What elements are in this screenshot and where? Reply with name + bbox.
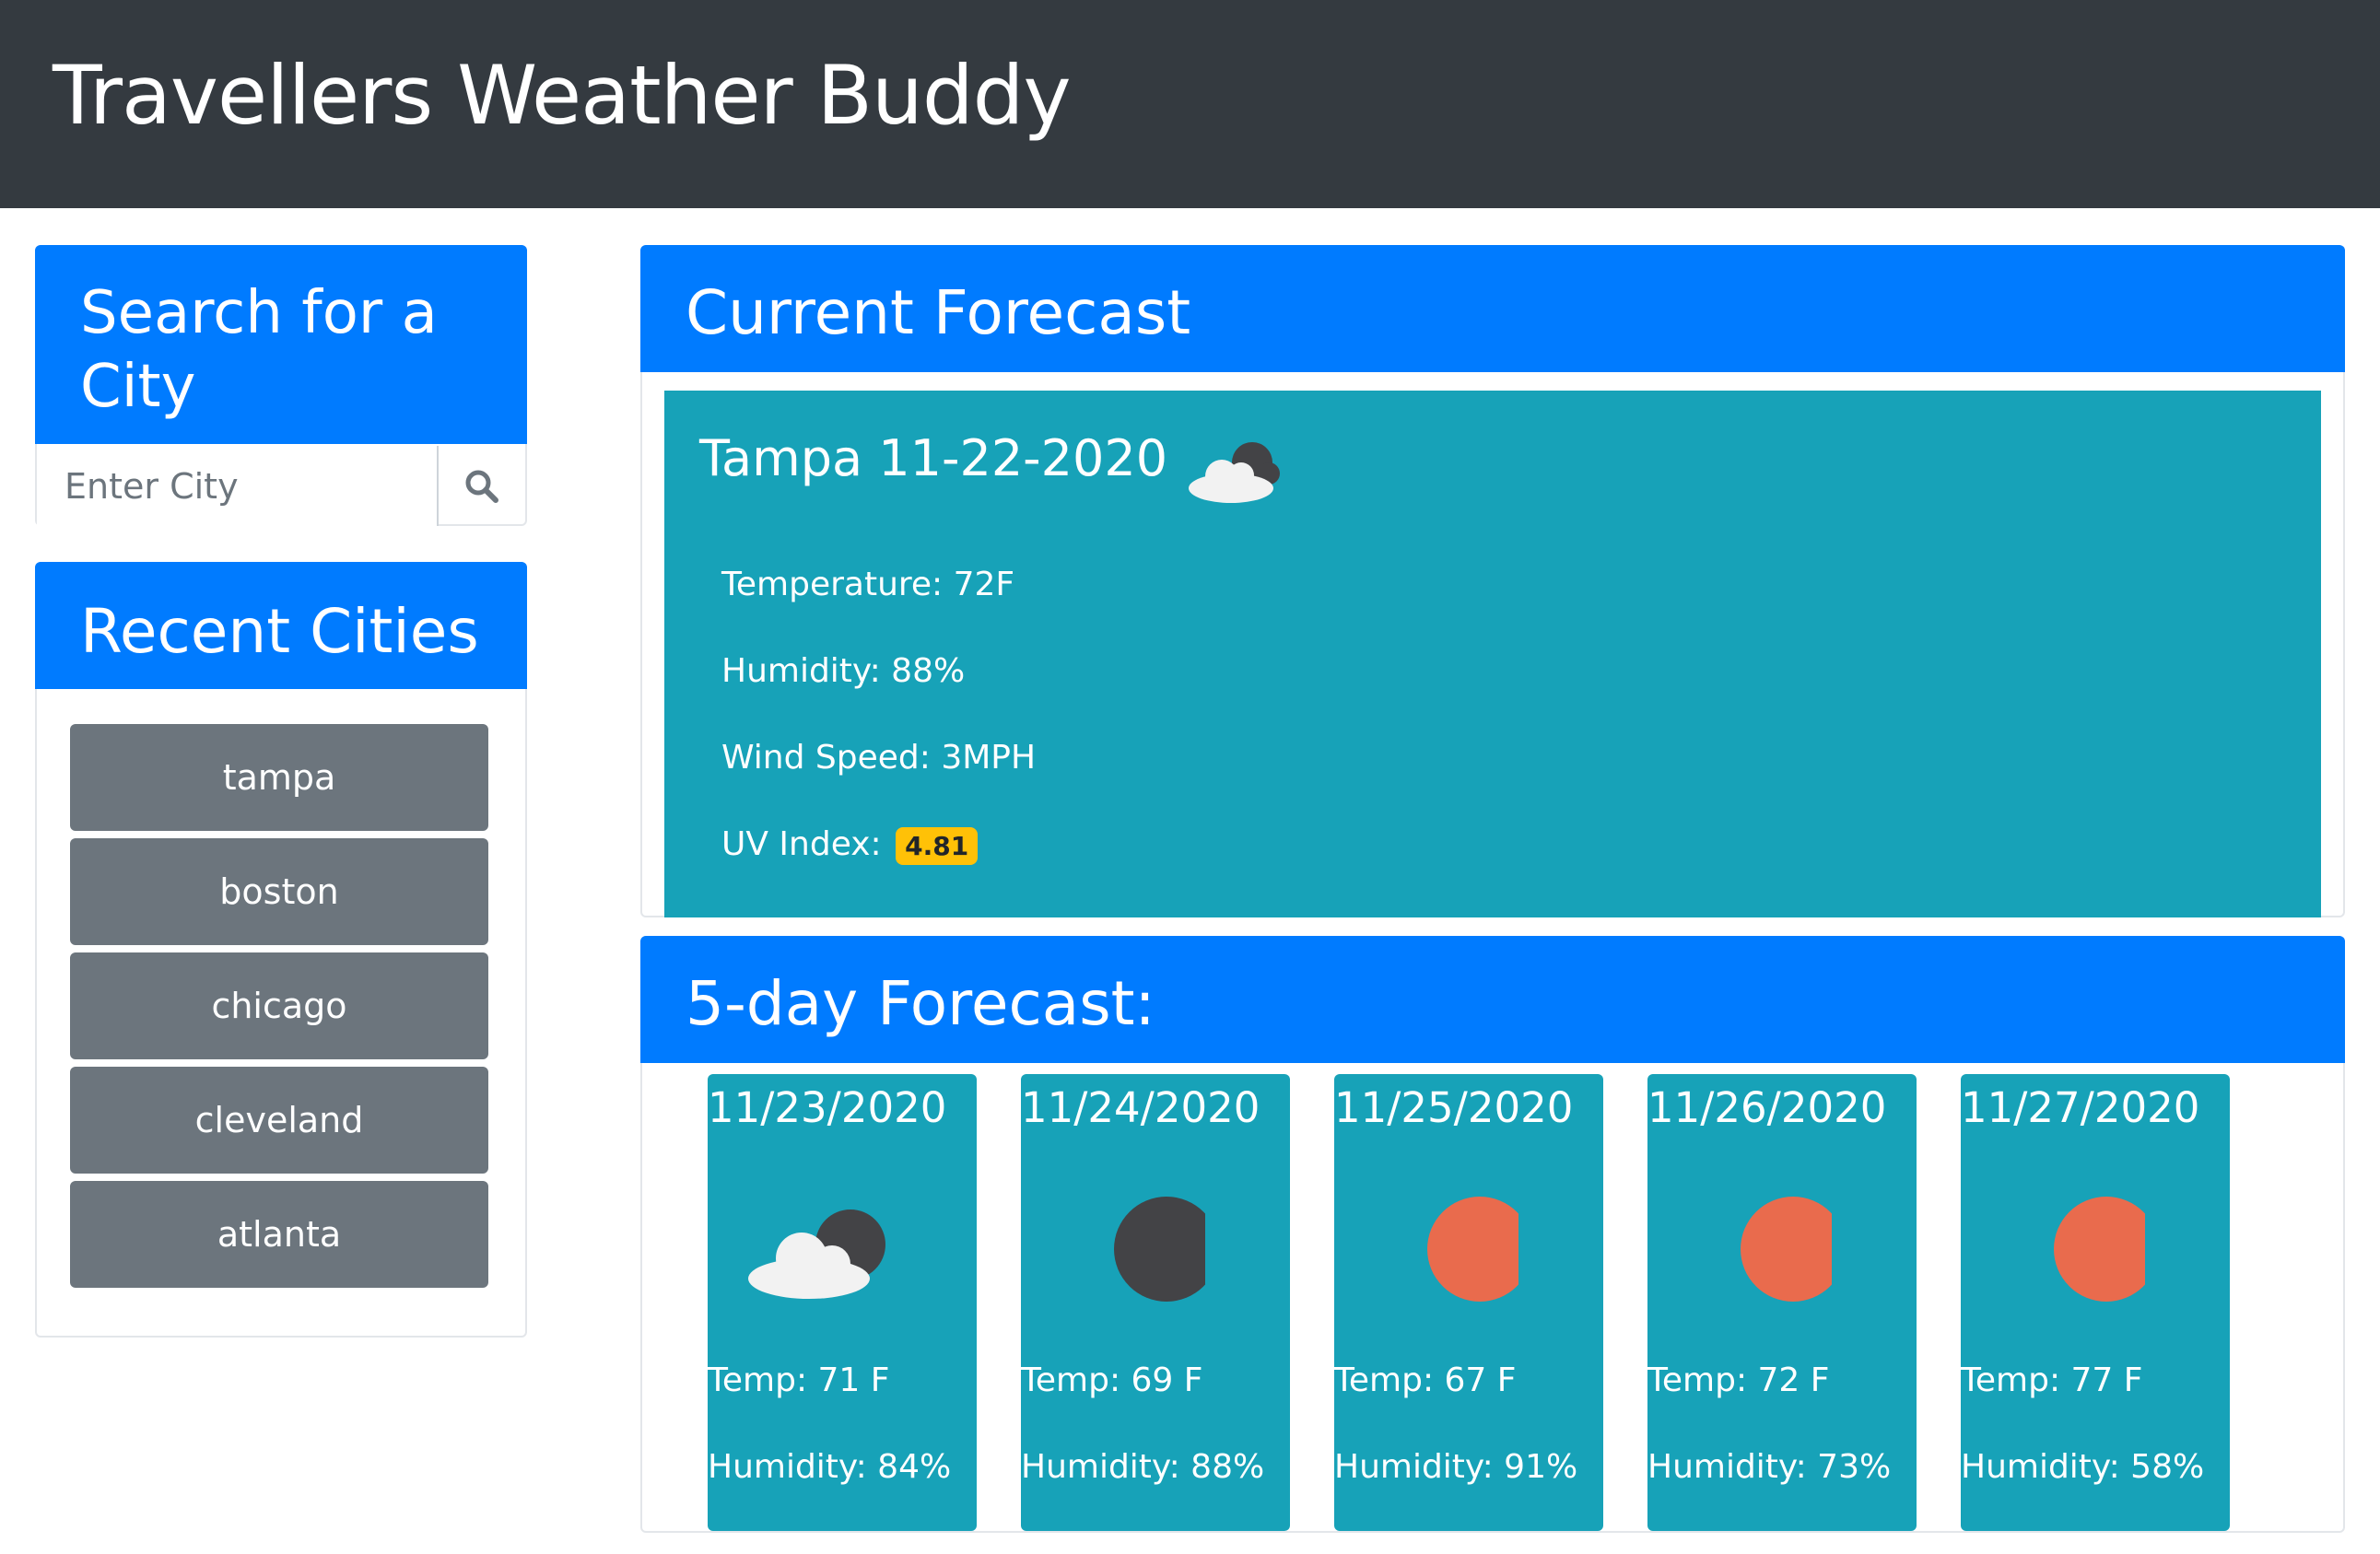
forecast-temp: Temp: 69 F	[1021, 1361, 1203, 1399]
clear-night-icon	[1114, 1197, 1205, 1302]
forecast-date: 11/24/2020	[1021, 1083, 1260, 1132]
current-humidity: Humidity: 88%	[721, 652, 966, 690]
five-day-forecast-title: 5-day Forecast:	[686, 968, 1155, 1039]
forecast-date: 11/26/2020	[1647, 1083, 1887, 1132]
current-temperature: Temperature: 72F	[721, 566, 1015, 603]
forecast-day-card: 11/25/2020 Temp: 67 F Humidity: 91%	[1334, 1074, 1603, 1531]
search-card-header: Search for a City	[35, 245, 527, 444]
clear-day-icon	[1427, 1197, 1518, 1302]
uv-index-badge: 4.81	[896, 826, 979, 865]
current-forecast-body: Tampa 11-22-2020 Temperature: 72F Humidi…	[664, 391, 2321, 917]
current-city-date: Tampa 11-22-2020	[699, 429, 1168, 487]
forecast-day-card: 11/27/2020 Temp: 77 F Humidity: 58%	[1961, 1074, 2230, 1531]
partly-cloudy-night-icon	[1189, 442, 1280, 503]
app-title: Travellers Weather Buddy	[53, 48, 1072, 143]
search-icon	[465, 470, 498, 503]
recent-city-button[interactable]: cleveland	[70, 1067, 488, 1174]
partly-cloudy-night-icon	[748, 1209, 885, 1299]
recent-city-button[interactable]: atlanta	[70, 1181, 488, 1288]
search-card: Search for a City	[35, 245, 527, 526]
five-day-forecast-card: 5-day Forecast: 11/23/2020 Temp: 71 F Hu…	[640, 936, 2345, 1533]
forecast-humidity: Humidity: 84%	[708, 1448, 952, 1486]
current-forecast-header: Current Forecast	[640, 245, 2345, 372]
navbar: Travellers Weather Buddy	[0, 0, 2380, 208]
forecast-humidity: Humidity: 88%	[1021, 1448, 1265, 1486]
clear-day-icon	[1741, 1197, 1832, 1302]
recent-city-button[interactable]: chicago	[70, 952, 488, 1059]
forecast-day-card: 11/23/2020 Temp: 71 F Humidity: 84%	[708, 1074, 977, 1531]
recent-cities-card: Recent Cities tampa boston chicago cleve…	[35, 562, 527, 1338]
forecast-temp: Temp: 67 F	[1334, 1361, 1517, 1399]
forecast-day-card: 11/24/2020 Temp: 69 F Humidity: 88%	[1021, 1074, 1290, 1531]
forecast-temp: Temp: 77 F	[1961, 1361, 2143, 1399]
five-day-forecast-header: 5-day Forecast:	[640, 936, 2345, 1063]
forecast-humidity: Humidity: 91%	[1334, 1448, 1578, 1486]
recent-cities-list: tampa boston chicago cleveland atlanta	[70, 724, 494, 1295]
current-uv-index: UV Index: 4.81	[721, 825, 979, 865]
uv-index-label: UV Index:	[721, 825, 882, 863]
recent-cities-title: Recent Cities	[80, 596, 479, 667]
forecast-date: 11/27/2020	[1961, 1083, 2200, 1132]
recent-city-button[interactable]: boston	[70, 838, 488, 945]
recent-cities-header: Recent Cities	[35, 562, 527, 689]
forecast-temp: Temp: 71 F	[708, 1361, 890, 1399]
forecast-date: 11/25/2020	[1334, 1083, 1574, 1132]
search-button[interactable]	[439, 446, 525, 526]
forecast-temp: Temp: 72 F	[1647, 1361, 1830, 1399]
city-search-input[interactable]	[37, 446, 439, 526]
forecast-day-card: 11/26/2020 Temp: 72 F Humidity: 73%	[1647, 1074, 1917, 1531]
current-forecast-title: Current Forecast	[686, 277, 1191, 348]
search-card-title: Search for a City	[80, 279, 438, 421]
recent-city-button[interactable]: tampa	[70, 724, 488, 831]
clear-day-icon	[2054, 1197, 2145, 1302]
current-forecast-card: Current Forecast Tampa 11-22-2020 Temper…	[640, 245, 2345, 917]
forecast-date: 11/23/2020	[708, 1083, 947, 1132]
forecast-humidity: Humidity: 58%	[1961, 1448, 2205, 1486]
forecast-humidity: Humidity: 73%	[1647, 1448, 1892, 1486]
current-wind-speed: Wind Speed: 3MPH	[721, 739, 1037, 777]
